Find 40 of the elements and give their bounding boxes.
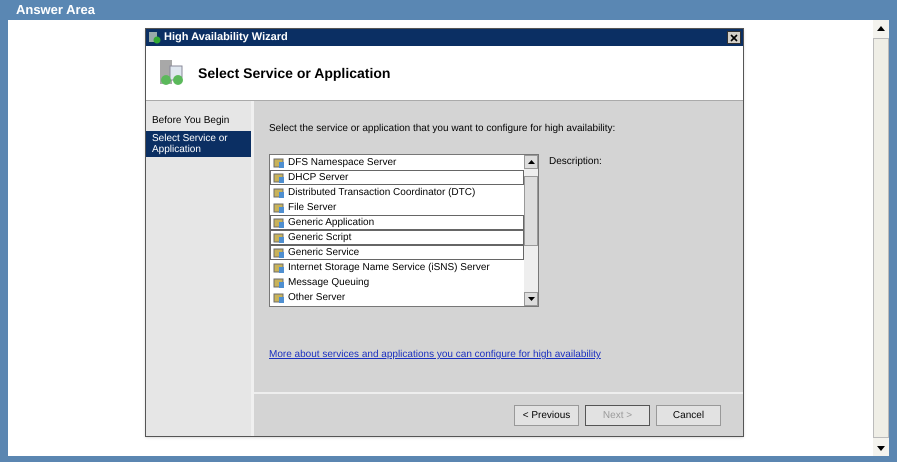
description-label: Description:: [549, 155, 602, 169]
item-icon: [273, 292, 285, 304]
list-item[interactable]: Message Queuing: [270, 275, 524, 290]
list-item[interactable]: Other Server: [270, 290, 524, 305]
wizard-button[interactable]: Cancel: [656, 404, 721, 426]
service-list[interactable]: [269, 154, 539, 307]
list-item[interactable]: Generic Service: [270, 245, 524, 260]
list-item[interactable]: DFS Namespace Server: [270, 155, 524, 170]
list-item[interactable]: Distributed Transaction Coordinator (DTC): [270, 185, 524, 200]
list-item[interactable]: Generic Script: [270, 230, 524, 245]
list-item[interactable]: File Server: [270, 200, 524, 215]
wizard-button[interactable]: < Previous: [514, 404, 579, 426]
help-link[interactable]: More about services and applications you can configure for high availability: [269, 347, 743, 362]
window-title: High Availability Wizard: [164, 30, 289, 46]
close-button[interactable]: [727, 31, 741, 44]
item-icon: [273, 276, 285, 288]
scroll-down-icon: [528, 297, 534, 301]
scroll-thumb[interactable]: [524, 176, 538, 246]
item-icon: [273, 172, 285, 184]
item-icon: [273, 216, 285, 228]
item-icon: [273, 262, 285, 274]
instruction-text: Select the service or application that you want to configure for high availability:: [269, 122, 616, 136]
step-item[interactable]: Before You Begin: [146, 113, 251, 128]
wizard-heading: Select Service or Application: [198, 64, 390, 83]
item-icon: [273, 246, 285, 258]
server-icon: [158, 58, 186, 88]
scroll-up-icon: [877, 26, 885, 30]
close-icon: [730, 34, 738, 42]
scroll-up-icon: [528, 160, 534, 164]
scroll-down-icon: [877, 446, 885, 450]
step-item[interactable]: Select Service or Application: [146, 131, 251, 157]
item-icon: [273, 202, 285, 214]
list-scrollbar[interactable]: [524, 155, 538, 306]
wizard-icon: [148, 31, 161, 44]
list-item[interactable]: DHCP Server: [270, 170, 524, 185]
list-item[interactable]: Generic Application: [270, 215, 524, 230]
item-icon: [273, 186, 285, 198]
list-item[interactable]: Internet Storage Name Service (iSNS) Server: [270, 260, 524, 275]
item-icon: [273, 232, 285, 244]
item-icon: [273, 156, 285, 168]
